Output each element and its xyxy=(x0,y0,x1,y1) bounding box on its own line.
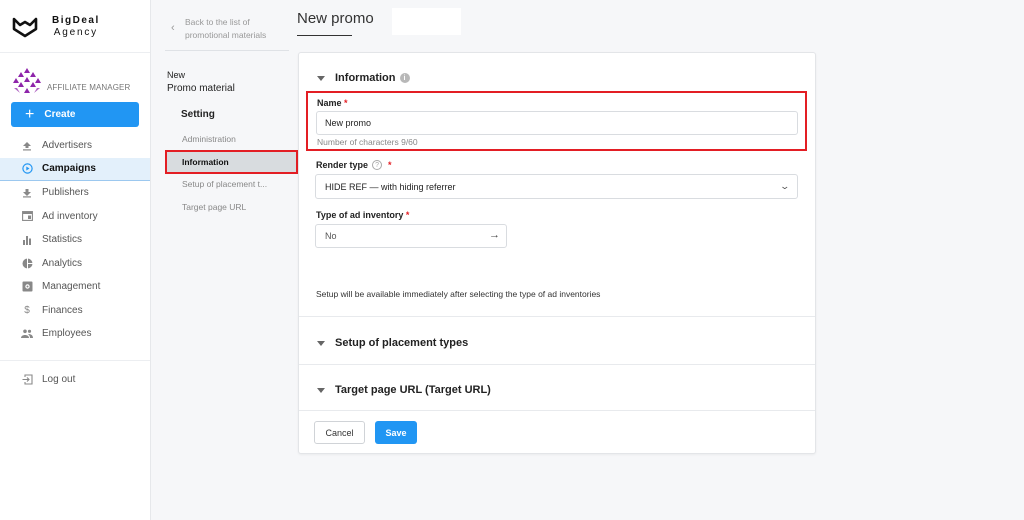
sidebar-item-employees[interactable]: Employees xyxy=(0,322,150,346)
save-button[interactable]: Save xyxy=(375,421,417,444)
render-type-label: Render type ? * xyxy=(316,160,392,170)
information-section-header[interactable]: Information i xyxy=(317,72,410,84)
back-to-list-link[interactable]: ‹ Back to the list of promotional materi… xyxy=(171,16,266,42)
upload-icon xyxy=(21,140,33,152)
dollar-icon: $ xyxy=(24,304,30,316)
divider xyxy=(299,410,815,411)
role-avatar-icon xyxy=(13,68,41,93)
sidebar-item-publishers[interactable]: Publishers xyxy=(0,181,150,205)
divider xyxy=(0,359,150,361)
settings-nav-target-url[interactable]: Target page URL xyxy=(166,196,297,219)
section-title: Setup of placement types xyxy=(335,337,469,349)
character-count-hint: Number of characters 9/60 xyxy=(317,137,418,147)
sidebar-item-advertisers[interactable]: Advertisers xyxy=(0,134,150,158)
sidebar-item-label: Advertisers xyxy=(42,140,93,152)
sidebar-item-statistics[interactable]: Statistics xyxy=(0,228,150,252)
pie-chart-icon xyxy=(21,257,33,269)
logout-button[interactable]: Log out xyxy=(0,368,150,392)
brand-name: BigDeal Agency xyxy=(52,15,100,39)
placement-types-section-header[interactable]: Setup of placement types xyxy=(317,337,468,349)
name-field-highlight: Name * New promo Number of characters 9/… xyxy=(306,91,807,151)
brand-name-line2: Agency xyxy=(53,27,98,38)
caret-down-icon xyxy=(317,340,325,346)
brand-name-line1: BigDeal xyxy=(52,15,100,26)
browser-window-icon xyxy=(21,210,33,222)
required-mark: * xyxy=(388,160,392,170)
play-circle-icon xyxy=(21,163,33,175)
promo-form-card: Information i Name * New promo Number of… xyxy=(298,52,816,454)
settings-nav: ‹ Back to the list of promotional materi… xyxy=(151,0,298,520)
plus-icon: + xyxy=(25,105,35,123)
promo-type: Promo material xyxy=(167,83,235,94)
sidebar-item-campaigns[interactable]: Campaigns xyxy=(0,157,150,181)
setup-note: Setup will be available immediately afte… xyxy=(316,289,601,299)
sidebar-item-label: Employees xyxy=(42,328,92,340)
settings-nav-information[interactable]: Information xyxy=(165,149,298,174)
chevron-down-icon: ⌄ xyxy=(779,181,791,191)
chevron-left-icon: ‹ xyxy=(171,22,175,34)
name-input[interactable]: New promo xyxy=(316,111,798,135)
render-type-select[interactable]: HIDE REF — with hiding referrer ⌄ xyxy=(315,174,798,199)
create-button[interactable]: + Create xyxy=(11,102,139,127)
sidebar-item-label: Finances xyxy=(42,304,83,316)
back-link-line1: Back to the list of xyxy=(185,17,250,27)
sidebar-item-label: Analytics xyxy=(42,257,83,269)
sidebar-item-label: Management xyxy=(42,281,101,293)
target-url-section-header[interactable]: Target page URL (Target URL) xyxy=(317,384,491,396)
render-type-value: HIDE REF — with hiding referrer xyxy=(325,181,456,192)
title-underline xyxy=(297,35,352,36)
logout-label: Log out xyxy=(42,373,76,385)
ad-inventory-type-label: Type of ad inventory * xyxy=(316,210,409,220)
caret-down-icon xyxy=(317,75,325,81)
info-icon[interactable]: i xyxy=(399,73,410,83)
required-mark: * xyxy=(344,98,348,108)
settings-heading: Setting xyxy=(181,109,215,120)
divider xyxy=(0,52,150,53)
promo-material-title: New Promo material xyxy=(167,69,235,95)
logout-icon xyxy=(21,373,33,385)
settings-nav-list: Administration Information Setup of plac… xyxy=(165,128,298,219)
name-label-text: Name xyxy=(317,98,342,108)
brand-logo-icon xyxy=(12,17,38,38)
sidebar-item-finances[interactable]: $ Finances xyxy=(0,299,150,323)
divider xyxy=(299,316,815,317)
section-title: Target page URL (Target URL) xyxy=(335,384,491,396)
settings-nav-placement-types[interactable]: Setup of placement t... xyxy=(166,173,297,196)
people-icon xyxy=(21,328,33,340)
section-title: Information xyxy=(335,72,396,84)
divider xyxy=(165,50,289,51)
brand-logo-link[interactable]: BigDeal Agency xyxy=(12,12,142,42)
divider xyxy=(299,364,815,365)
sidebar-item-management[interactable]: Management xyxy=(0,275,150,299)
bar-chart-icon xyxy=(21,234,33,246)
sidebar-item-label: Statistics xyxy=(42,234,83,246)
sidebar-item-label: Publishers xyxy=(42,187,89,199)
redacted-area xyxy=(392,8,461,35)
required-mark: * xyxy=(405,210,410,220)
promo-status: New xyxy=(167,70,186,80)
ad-inventory-type-label-text: Type of ad inventory xyxy=(316,210,404,220)
render-type-label-text: Render type xyxy=(316,160,369,170)
arrow-right-icon: → xyxy=(489,229,500,241)
role-switcher[interactable]: AFFILIATE MANAGER xyxy=(12,66,130,96)
sidebar-item-label: Ad inventory xyxy=(42,210,98,222)
caret-down-icon xyxy=(317,387,325,393)
ad-inventory-type-selector[interactable]: No → xyxy=(315,224,507,248)
ad-inventory-type-value: No xyxy=(325,231,337,241)
name-label: Name * xyxy=(317,98,348,108)
sidebar: BigDeal Agency AFFILIATE MANAGER + Creat… xyxy=(0,0,151,520)
download-icon xyxy=(21,187,33,199)
help-icon[interactable]: ? xyxy=(372,160,383,170)
sidebar-item-analytics[interactable]: Analytics xyxy=(0,252,150,276)
sidebar-item-label: Campaigns xyxy=(42,163,96,175)
back-link-line2: promotional materials xyxy=(185,30,267,40)
create-button-label: Create xyxy=(44,109,76,120)
settings-nav-administration[interactable]: Administration xyxy=(166,128,297,151)
cancel-button[interactable]: Cancel xyxy=(314,421,365,444)
sidebar-nav: Advertisers Campaigns Publishers Ad inve… xyxy=(0,134,150,391)
page-title: New promo xyxy=(297,10,374,27)
sidebar-item-ad-inventory[interactable]: Ad inventory xyxy=(0,205,150,229)
role-label: AFFILIATE MANAGER xyxy=(47,83,131,92)
settings-box-icon xyxy=(21,281,33,293)
